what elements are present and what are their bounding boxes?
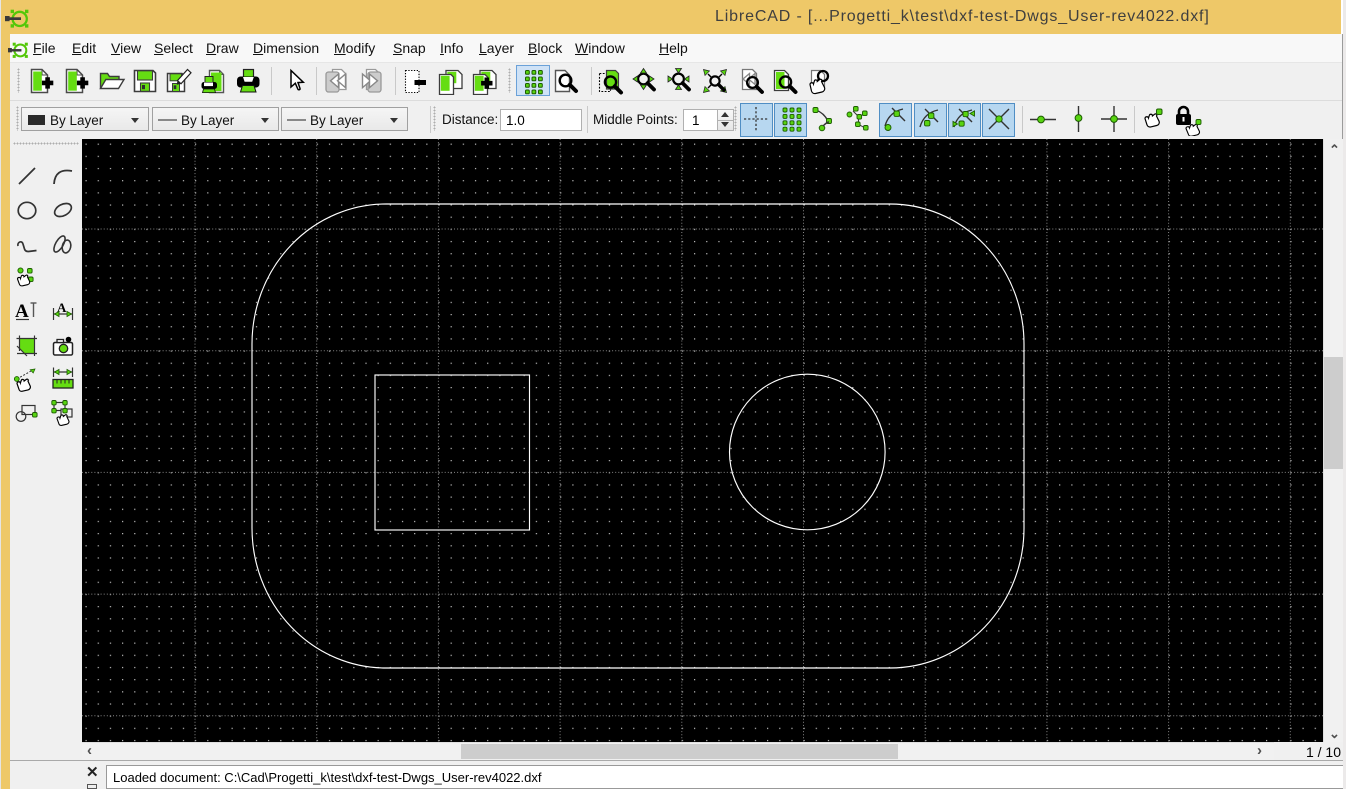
svg-text:A: A bbox=[15, 301, 29, 322]
